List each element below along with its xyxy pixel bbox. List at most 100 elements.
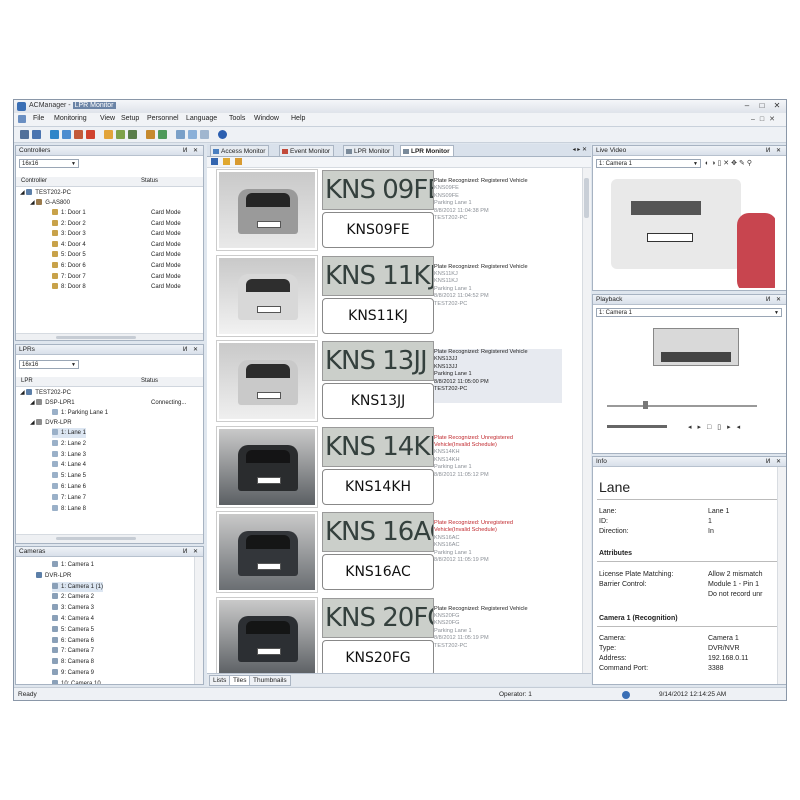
plate-crop-image[interactable]: KNS 11KJ (322, 255, 434, 296)
menu-file[interactable]: File (33, 115, 44, 122)
pin-close-icon[interactable]: ⵍ ✕ (766, 295, 783, 305)
vehicle-photo[interactable] (217, 170, 317, 250)
layout-icon[interactable] (200, 130, 209, 139)
tree-node-camera[interactable]: 1: Camera 1 (52, 560, 94, 570)
timeline-slider[interactable] (643, 401, 648, 409)
user-icon[interactable] (116, 130, 125, 139)
tree-node-door[interactable]: 8: Door 8 (52, 282, 86, 292)
vehicle-photo[interactable] (217, 512, 317, 592)
playback-video-view[interactable] (597, 322, 775, 404)
menu-language[interactable]: Language (186, 115, 217, 122)
tree-node-door[interactable]: 1: Door 1 (52, 208, 86, 218)
tab-lpr-monitor-active[interactable]: LPR Monitor (400, 145, 454, 156)
alarm-icon[interactable] (86, 130, 95, 139)
playback-timeline[interactable] (607, 405, 757, 407)
cameras-vscroll[interactable] (194, 557, 203, 684)
menu-window[interactable]: Window (254, 115, 279, 122)
report-icon[interactable] (158, 130, 167, 139)
pin-close-icon[interactable]: ⵍ ✕ (183, 345, 200, 355)
group-icon[interactable] (128, 130, 137, 139)
tree-node-door[interactable]: 4: Door 4 (52, 240, 86, 250)
vehicle-photo[interactable] (217, 255, 317, 336)
tree-node-camera[interactable]: 1: Camera 1 (1) (52, 581, 104, 592)
tree-node-door[interactable]: 3: Door 3 (52, 229, 86, 239)
plate-crop-image[interactable]: KNS 16AC (322, 512, 434, 552)
pin-close-icon[interactable]: ⵍ ✕ (766, 146, 783, 156)
camera-icon[interactable] (176, 130, 185, 139)
controllers-layout-select[interactable]: 16x16 ▼ (19, 159, 79, 168)
tree-node-pc[interactable]: ◢ TEST202-PC (20, 188, 71, 198)
monitor-icon[interactable] (50, 130, 59, 139)
lpr-event-item[interactable]: KNS 16ACKNS16ACPlate Recognized: Unregis… (207, 510, 581, 595)
filter-icon[interactable] (211, 158, 218, 165)
menu-monitoring[interactable]: Monitoring (54, 115, 87, 122)
tree-node-camera[interactable]: 2: Camera 2 (52, 592, 94, 602)
tree-node-lane[interactable]: 3: Lane 3 (52, 450, 86, 460)
tree-node-camera[interactable]: 7: Camera 7 (52, 646, 94, 656)
tree-node-lane[interactable]: 7: Lane 7 (52, 493, 86, 503)
lock-icon[interactable] (235, 158, 242, 165)
app-menu-icon[interactable] (18, 115, 26, 123)
close-button[interactable]: ✕ (770, 101, 784, 111)
maximize-button[interactable]: □ (755, 101, 769, 111)
pin-close-icon[interactable]: ⵍ ✕ (766, 457, 783, 467)
lpr-event-item[interactable]: KNS 20FGKNS20FGPlate Recognized: Registe… (207, 596, 581, 673)
lpr-event-item[interactable]: KNS 13JJ KNS13JJ Plate Recognized: Registe… (207, 339, 581, 424)
tab-nav-icons[interactable]: ◂ ▸ ✕ (573, 146, 587, 153)
tree-node-lane[interactable]: 8: Lane 8 (52, 504, 86, 514)
tree-node-lane[interactable]: 4: Lane 4 (52, 460, 86, 470)
minimize-button[interactable]: – (740, 101, 754, 111)
live-video-view[interactable] (597, 173, 775, 288)
volume-bar[interactable] (607, 425, 667, 428)
lprs-hscroll[interactable] (16, 534, 203, 543)
live-camera-select[interactable]: 1: Camera 1 ▼ (596, 159, 701, 168)
tree-node-camera[interactable]: 9: Camera 9 (52, 668, 94, 678)
tree-node-door[interactable]: 2: Door 2 (52, 219, 86, 229)
tree-node-camera[interactable]: 4: Camera 4 (52, 614, 94, 624)
vehicle-photo[interactable] (217, 341, 317, 421)
tree-node-lane[interactable]: 2: Lane 2 (52, 439, 86, 449)
lpr-event-item[interactable]: KNS 11KJ KNS11KJ Plate Recognized: Registe… (207, 254, 581, 339)
key-icon[interactable] (104, 130, 113, 139)
print-icon[interactable] (32, 130, 41, 139)
tree-node-door[interactable]: 6: Door 6 (52, 261, 86, 271)
playback-controls[interactable]: ◂▸□▯▸◂ (688, 423, 746, 431)
tab-tiles[interactable]: Tiles (229, 675, 251, 686)
tree-node-lane[interactable]: 5: Lane 5 (52, 471, 86, 481)
live-video-controls[interactable]: ◐◑▯✕✥✎⚲ (705, 159, 754, 167)
pin-close-icon[interactable]: ⵍ ✕ (183, 146, 200, 156)
playback-camera-select[interactable]: 1: Camera 1 ▼ (596, 308, 782, 317)
menu-personnel[interactable]: Personnel (147, 115, 179, 122)
tree-node-door[interactable]: 7: Door 7 (52, 272, 86, 282)
menu-setup[interactable]: Setup (121, 115, 139, 122)
refresh-icon[interactable] (223, 158, 230, 165)
tree-node-camera[interactable]: 5: Camera 5 (52, 625, 94, 635)
network-icon[interactable] (62, 130, 71, 139)
info-vscroll[interactable] (777, 467, 786, 684)
lpr-event-item[interactable]: KNS 14KHKNS14KHPlate Recognized: Unregis… (207, 425, 581, 510)
save-icon[interactable] (20, 130, 29, 139)
tree-node-camera[interactable]: 8: Camera 8 (52, 657, 94, 667)
tab-thumbnails[interactable]: Thumbnails (249, 675, 291, 686)
pin-close-icon[interactable]: ⵍ ✕ (183, 547, 200, 557)
tree-node-dvr[interactable]: ◢ DVR-LPR (30, 418, 72, 428)
lpr-list-vscroll[interactable] (582, 168, 591, 673)
tree-node-lane[interactable]: 1: Lane 1 (52, 428, 87, 438)
vehicle-photo[interactable] (217, 597, 317, 673)
tree-node-dsp[interactable]: ◢ DSP-LPR1 (30, 398, 75, 408)
vehicle-photo[interactable] (217, 426, 317, 507)
tab-access-monitor[interactable]: Access Monitor (210, 145, 270, 156)
mdi-controls[interactable]: –□✕ (751, 115, 780, 123)
tab-event-monitor[interactable]: Event Monitor (279, 145, 335, 156)
playback-icon[interactable] (188, 130, 197, 139)
schedule-icon[interactable] (146, 130, 155, 139)
menu-view[interactable]: View (100, 115, 115, 122)
plate-crop-image[interactable]: KNS 13JJ (322, 341, 434, 381)
tab-lpr-monitor[interactable]: LPR Monitor (343, 145, 395, 156)
grid-icon[interactable] (74, 130, 83, 139)
lprs-layout-select[interactable]: 16x16 ▼ (19, 360, 79, 369)
controllers-hscroll[interactable] (16, 333, 203, 340)
tree-node-lane[interactable]: 6: Lane 6 (52, 482, 86, 492)
tree-node-pc[interactable]: ◢ TEST202-PC (20, 388, 71, 398)
tree-node-parking-lane[interactable]: 1: Parking Lane 1 (52, 408, 108, 418)
